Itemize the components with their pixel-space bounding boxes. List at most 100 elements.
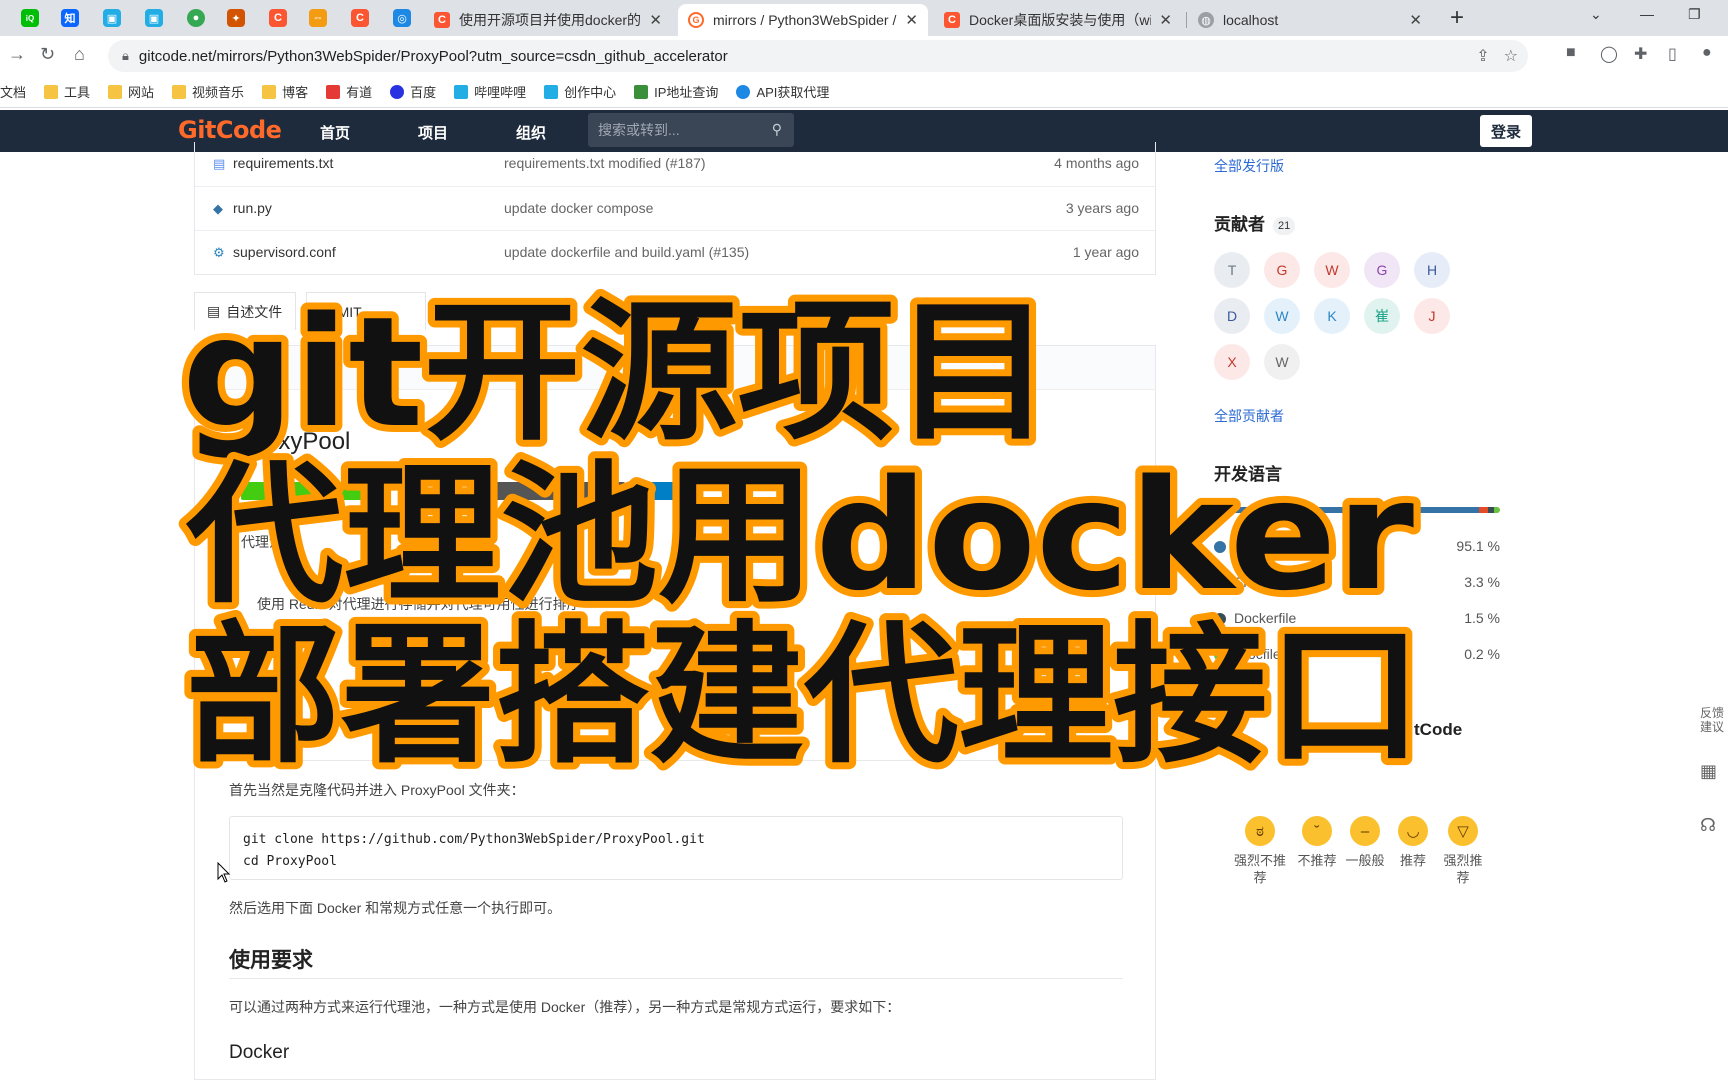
pinned-tab-csdn-2[interactable]: C: [348, 6, 372, 30]
new-tab-button[interactable]: +: [1450, 4, 1464, 32]
feedback-option-strongly-recommend[interactable]: ▽ 强烈推荐: [1440, 816, 1486, 886]
folder-icon: [108, 84, 123, 99]
feedback-option-recommend[interactable]: ◡ 推荐: [1390, 816, 1436, 869]
home-icon[interactable]: ⌂: [74, 44, 85, 65]
commit-message[interactable]: update docker compose: [504, 200, 653, 216]
extension-icon-1[interactable]: ■: [1566, 44, 1576, 62]
nav-home[interactable]: 首页: [320, 122, 350, 143]
pinned-tab-csdn[interactable]: C: [266, 6, 290, 30]
close-tab-icon[interactable]: ✕: [649, 11, 662, 29]
all-contributors-link[interactable]: 全部贡献者: [1214, 406, 1284, 426]
pinned-tab-bilibili-2[interactable]: ▣: [142, 6, 166, 30]
feedback-float-button[interactable]: 反馈建议: [1700, 706, 1724, 734]
bookmark-item[interactable]: 哔哩哔哩: [454, 82, 526, 101]
close-tab-icon[interactable]: ✕: [905, 11, 918, 29]
bilibili-creator-icon: [544, 84, 559, 99]
contributor-avatar[interactable]: W: [1264, 344, 1300, 380]
bookmark-item[interactable]: API获取代理: [736, 82, 829, 101]
bookmark-folder[interactable]: 工具: [44, 82, 90, 101]
code-line: git clone https://github.com/Python3WebS…: [243, 832, 705, 847]
close-tab-icon[interactable]: ✕: [1159, 11, 1172, 29]
tab-docker-desktop[interactable]: C Docker桌面版安装与使用（winc ✕: [934, 4, 1182, 36]
gitcode-logo[interactable]: GitCode: [178, 116, 282, 144]
bookmark-item[interactable]: 文档: [0, 82, 26, 101]
pinned-tab-tool[interactable]: ✦: [224, 6, 248, 30]
reload-icon[interactable]: ↻: [40, 44, 55, 65]
pinned-tab-bilibili[interactable]: ▣: [100, 6, 124, 30]
login-button[interactable]: 登录: [1480, 115, 1532, 147]
all-releases-link[interactable]: 全部发行版: [1214, 156, 1284, 176]
after-code-text: 然后选用下面 Docker 和常规方式任意一个执行即可。: [229, 900, 562, 916]
tab-gitcode-active[interactable]: G mirrors / Python3WebSpider / ✕: [678, 4, 928, 36]
contributor-avatar[interactable]: G: [1364, 252, 1400, 288]
file-name[interactable]: supervisord.conf: [233, 244, 336, 260]
tab-license[interactable]: ⚖ MIT: [306, 292, 426, 330]
restore-window-button[interactable]: ❐: [1688, 6, 1701, 23]
tab-readme[interactable]: ▤ 自述文件: [194, 292, 296, 330]
pinned-tab-link[interactable]: ⇔: [306, 6, 330, 30]
commit-message[interactable]: requirements.txt modified (#187): [504, 155, 706, 171]
table-row[interactable]: ◆ run.py update docker compose 3 years a…: [195, 186, 1155, 230]
close-tab-icon[interactable]: ✕: [1409, 11, 1422, 29]
qr-code-icon[interactable]: ▦: [1700, 762, 1717, 780]
readme-content: ProxyPool 代理池 使用 Redis 对代理进行存储并对代理可用性进行排…: [194, 345, 1156, 1080]
code-block[interactable]: git clone https://github.com/Python3WebS…: [229, 816, 1123, 880]
tab-search-chevron-icon[interactable]: ⌄: [1590, 6, 1602, 23]
feedback-option-neutral[interactable]: – 一般般: [1342, 816, 1388, 869]
bookmark-folder[interactable]: 博客: [262, 82, 308, 101]
headset-icon[interactable]: ☊: [1700, 816, 1716, 834]
pinned-tab-edge[interactable]: ◎: [390, 6, 414, 30]
back-arrow-icon[interactable]: →: [8, 44, 26, 65]
minimize-window-button[interactable]: —: [1640, 6, 1654, 22]
bookmark-item[interactable]: 创作中心: [544, 82, 616, 101]
pinned-tab-zhihu[interactable]: 知: [58, 6, 82, 30]
pinned-tab-app[interactable]: ●: [184, 6, 208, 30]
contributor-avatar[interactable]: T: [1214, 252, 1250, 288]
pinned-tab-iqiyi[interactable]: iQ: [18, 6, 42, 30]
table-row[interactable]: ▤ requirements.txt requirements.txt modi…: [195, 142, 1155, 186]
contributor-avatar[interactable]: 崔: [1364, 298, 1400, 334]
bookmark-item[interactable]: IP地址查询: [634, 82, 718, 101]
extension-icon-2[interactable]: ◯: [1600, 44, 1618, 64]
search-icon[interactable]: ⚲: [772, 121, 782, 138]
csdn-icon: C: [434, 12, 450, 28]
contributor-avatar[interactable]: J: [1414, 298, 1450, 334]
file-name[interactable]: requirements.txt: [233, 155, 333, 171]
profile-avatar-icon[interactable]: ●: [1702, 44, 1712, 62]
docker-pulls-badge[interactable]: [635, 482, 685, 500]
address-bar[interactable]: 🔒︎ gitcode.net/mirrors/Python3WebSpider/…: [108, 40, 1528, 72]
bookmarks-bar: 文档 工具 网站 视频音乐 博客 有道 百度 哔哩哔哩 创作中心 IP地址查询 …: [0, 76, 1728, 108]
contributor-avatar[interactable]: D: [1214, 298, 1250, 334]
clone-intro-text: 首先当然是克隆代码并进入 ProxyPool 文件夹：: [229, 782, 525, 798]
bookmark-folder[interactable]: 视频音乐: [172, 82, 244, 101]
bookmark-folder[interactable]: 网站: [108, 82, 154, 101]
bookmark-star-icon[interactable]: ☆: [1504, 46, 1518, 66]
nav-projects[interactable]: 项目: [418, 122, 448, 143]
code-line: cd ProxyPool: [243, 854, 337, 869]
language-dot-icon: [1214, 649, 1226, 661]
extensions-puzzle-icon[interactable]: ✚: [1634, 44, 1647, 64]
file-name[interactable]: run.py: [233, 200, 272, 216]
share-icon[interactable]: ⇪: [1476, 46, 1489, 66]
contributor-avatar[interactable]: W: [1264, 298, 1300, 334]
contributor-avatar[interactable]: G: [1264, 252, 1300, 288]
python-version-badge[interactable]: [485, 482, 625, 500]
bookmark-item[interactable]: 有道: [326, 82, 372, 101]
side-panel-icon[interactable]: ▯: [1668, 44, 1677, 64]
tab-localhost[interactable]: ◍ localhost ✕: [1188, 4, 1432, 36]
contributor-avatar[interactable]: H: [1414, 252, 1450, 288]
table-row[interactable]: ⚙ supervisord.conf update dockerfile and…: [195, 230, 1155, 274]
tab-csdn-article[interactable]: C 使用开源项目并使用docker的方 ✕: [424, 4, 672, 36]
readme-intro: 代理池: [241, 534, 283, 550]
build-badge[interactable]: [241, 482, 381, 500]
gitcode-icon: G: [688, 12, 704, 28]
nav-groups[interactable]: 组织: [516, 122, 546, 143]
commit-message[interactable]: update dockerfile and build.yaml (#135): [504, 244, 749, 260]
mouse-cursor-icon: [217, 862, 231, 883]
feedback-option-not-recommend[interactable]: ˘ 不推荐: [1294, 816, 1340, 869]
bookmark-item[interactable]: 百度: [390, 82, 436, 101]
feedback-option-strongly-not-recommend[interactable]: ಠ 强烈不推荐: [1232, 816, 1288, 886]
contributor-avatar[interactable]: W: [1314, 252, 1350, 288]
contributor-avatar[interactable]: K: [1314, 298, 1350, 334]
contributor-avatar[interactable]: X: [1214, 344, 1250, 380]
